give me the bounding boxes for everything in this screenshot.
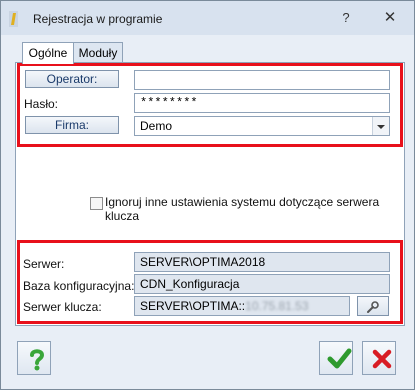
key-server-obscured: 10.75.81.53 bbox=[245, 299, 309, 313]
close-icon[interactable]: ✕ bbox=[381, 9, 399, 27]
password-field[interactable]: ******** bbox=[134, 93, 390, 113]
wrench-icon bbox=[367, 301, 379, 313]
tab-modules[interactable]: Moduły bbox=[73, 42, 123, 63]
config-db-label: Baza konfiguracyjna: bbox=[23, 279, 135, 293]
password-label: Hasło: bbox=[24, 97, 59, 111]
x-icon bbox=[372, 349, 392, 368]
login-dialog: Rejestracja w programie ? ✕ Ogólne Moduł… bbox=[0, 0, 415, 390]
operator-field[interactable] bbox=[134, 70, 390, 90]
company-button[interactable]: Firma: bbox=[25, 116, 119, 134]
ignore-key-server-checkbox[interactable] bbox=[90, 197, 103, 210]
ok-button[interactable] bbox=[319, 341, 353, 375]
checkmark-icon bbox=[327, 348, 352, 368]
question-mark-icon bbox=[30, 348, 45, 370]
server-field: SERVER\OPTIMA2018 bbox=[134, 252, 390, 272]
key-server-browse-button[interactable] bbox=[357, 296, 389, 316]
title-bar: Rejestracja w programie ? ✕ bbox=[1, 1, 414, 35]
key-server-field: SERVER\OPTIMA::10.75.81.53 bbox=[134, 296, 350, 316]
window-title: Rejestracja w programie bbox=[33, 12, 163, 26]
company-select-value: Demo bbox=[140, 119, 173, 133]
config-db-field: CDN_Konfiguracja bbox=[134, 274, 390, 294]
server-label: Serwer: bbox=[23, 257, 65, 271]
help-icon[interactable]: ? bbox=[337, 9, 355, 27]
tab-general[interactable]: Ogólne bbox=[22, 42, 74, 64]
ignore-key-server-label: Ignoruj inne ustawienia systemu dotycząc… bbox=[105, 195, 380, 223]
company-select[interactable]: Demo bbox=[134, 116, 390, 136]
chevron-down-icon[interactable] bbox=[372, 117, 389, 135]
cancel-button[interactable] bbox=[362, 341, 396, 375]
key-server-value: SERVER\OPTIMA:: bbox=[140, 299, 246, 313]
help-button[interactable] bbox=[17, 341, 51, 375]
app-icon bbox=[9, 11, 18, 27]
key-server-label: Serwer klucza: bbox=[23, 300, 102, 314]
operator-button[interactable]: Operator: bbox=[25, 70, 119, 88]
